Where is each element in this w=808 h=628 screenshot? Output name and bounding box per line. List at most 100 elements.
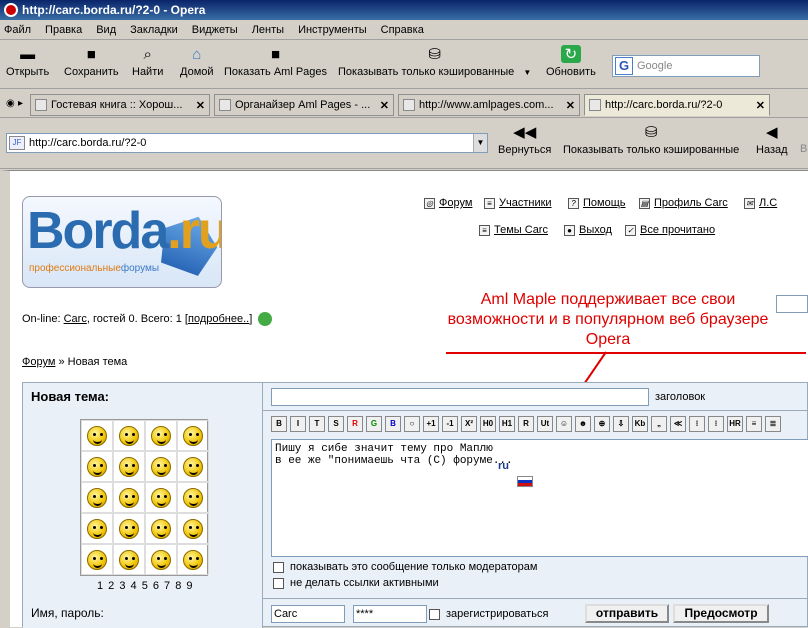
save-button[interactable]: ■ Сохранить — [64, 45, 119, 79]
smiley-5[interactable] — [81, 451, 113, 482]
nav-topics[interactable]: ≡ Темы Carc — [479, 224, 548, 236]
menu-view[interactable]: Вид — [96, 24, 116, 36]
keyboard-button[interactable]: Kb — [632, 416, 648, 432]
smilies-pages[interactable]: 1 2 3 4 5 6 7 8 9 — [97, 580, 194, 592]
smiley-3[interactable] — [145, 420, 177, 451]
list-2-button[interactable]: ⁝ — [708, 416, 724, 432]
prev-button[interactable]: ◀ Назад — [756, 123, 788, 156]
nav-forum[interactable]: ◎ Форум — [424, 197, 472, 209]
smiley-8[interactable] — [177, 451, 209, 482]
close-icon[interactable]: ✕ — [374, 99, 389, 112]
underline-button[interactable]: T — [309, 416, 325, 432]
back-button[interactable]: ◀◀ Вернуться — [498, 123, 551, 156]
smiley-1[interactable] — [81, 420, 113, 451]
user-button[interactable]: ☻ — [575, 416, 591, 432]
h1-button[interactable]: H1 — [499, 416, 515, 432]
online-user-link[interactable]: Carc — [64, 313, 87, 325]
smiley-18[interactable] — [113, 544, 145, 575]
color-button[interactable]: ○ — [404, 416, 420, 432]
tab-menu-icon[interactable]: ◉ — [6, 98, 15, 109]
menu-widgets[interactable]: Виджеты — [192, 24, 238, 36]
refresh-button[interactable]: ↻ Обновить — [546, 45, 596, 78]
home-button[interactable]: ⌂ Домой — [180, 45, 214, 79]
nav-all-read[interactable]: ✓ Все прочитано — [625, 224, 715, 236]
nav-members[interactable]: ≡ Участники — [484, 197, 552, 209]
strike-button[interactable]: S — [328, 416, 344, 432]
nav-help[interactable]: ? Помощь — [568, 197, 626, 209]
smiley-11[interactable] — [145, 482, 177, 513]
smile-insert-button[interactable]: ☺ — [556, 416, 572, 432]
h0-button[interactable]: H0 — [480, 416, 496, 432]
guillemet-button[interactable]: ≪ — [670, 416, 686, 432]
close-icon[interactable]: ✕ — [750, 99, 765, 112]
preview-button[interactable]: Предосмотр — [673, 604, 769, 623]
smiley-2[interactable] — [113, 420, 145, 451]
close-all-icon[interactable]: ▸ — [18, 98, 23, 109]
smiley-4[interactable] — [177, 420, 209, 451]
open-button[interactable]: ▬ Открыть — [6, 45, 49, 79]
moderators-only-checkbox[interactable]: показывать это сообщение только модерато… — [273, 561, 537, 573]
smiley-13[interactable] — [81, 513, 113, 544]
register-checkbox[interactable]: зарегистрироваться — [429, 608, 548, 620]
right-align-button[interactable]: R — [518, 416, 534, 432]
cached-only-button-2[interactable]: ⛁ Показывать только кэшированные — [563, 123, 739, 156]
username-input[interactable]: Carc — [271, 605, 345, 623]
menu-feeds[interactable]: Ленты — [252, 24, 284, 36]
green-button[interactable]: G — [366, 416, 382, 432]
quote-button[interactable]: „ — [651, 416, 667, 432]
size-up-button[interactable]: +1 — [423, 416, 439, 432]
smiley-16[interactable] — [177, 513, 209, 544]
address-field[interactable]: JF http://carc.borda.ru/?2-0 ▼ — [6, 133, 488, 153]
nav-profile[interactable]: ▤ Профиль Carc — [639, 197, 728, 209]
search-input[interactable]: G Google — [612, 55, 760, 77]
italic-button[interactable]: I — [290, 416, 306, 432]
password-input[interactable]: **** — [353, 605, 427, 623]
checkbox-box[interactable] — [273, 561, 284, 573]
chevron-down-icon[interactable]: ▼ — [523, 68, 531, 77]
menu-tools[interactable]: Инструменты — [298, 24, 367, 36]
smiley-19[interactable] — [145, 544, 177, 575]
find-button[interactable]: ⌕ Найти — [132, 45, 163, 79]
menu-help[interactable]: Справка — [381, 24, 424, 36]
tab-amlpages[interactable]: http://www.amlpages.com... ✕ — [398, 94, 580, 116]
smiley-7[interactable] — [145, 451, 177, 482]
checkbox-box[interactable] — [273, 577, 284, 589]
size-down-button[interactable]: -1 — [442, 416, 458, 432]
align-button[interactable]: ≡ — [746, 416, 762, 432]
blue-button[interactable]: B — [385, 416, 401, 432]
right-edge-input[interactable] — [776, 295, 808, 313]
smiley-17[interactable] — [81, 544, 113, 575]
topic-title-input[interactable] — [271, 388, 649, 406]
red-button[interactable]: R — [347, 416, 363, 432]
superscript-button[interactable]: X² — [461, 416, 477, 432]
menu-edit[interactable]: Правка — [45, 24, 82, 36]
menu-file[interactable]: Файл — [4, 24, 31, 36]
next-button[interactable]: В — [800, 143, 807, 155]
tab-organizer[interactable]: Органайзер Aml Pages - ... ✕ — [214, 94, 394, 116]
tab-carc-active[interactable]: http://carc.borda.ru/?2-0 ✕ — [584, 94, 770, 116]
smiley-6[interactable] — [113, 451, 145, 482]
smiley-20[interactable] — [177, 544, 209, 575]
list-button[interactable]: ⁝ — [689, 416, 705, 432]
hr-button[interactable]: HR — [727, 416, 743, 432]
nav-pm[interactable]: ✉ Л.С — [744, 197, 777, 209]
close-icon[interactable]: ✕ — [560, 99, 575, 112]
smiley-9[interactable] — [81, 482, 113, 513]
borda-logo[interactable]: Borda.ru профессиональныефорумы — [22, 196, 222, 288]
breadcrumb-forum-link[interactable]: Форум — [22, 356, 55, 368]
online-more-link[interactable]: подробнее.. — [188, 313, 249, 325]
justify-button[interactable]: ≣ — [765, 416, 781, 432]
cached-only-button[interactable]: ⛁ Показывать только кэшированные ▼ — [338, 45, 531, 78]
no-active-links-checkbox[interactable]: не делать ссылки активными — [273, 577, 439, 589]
smiley-15[interactable] — [145, 513, 177, 544]
chevron-down-icon[interactable]: ▼ — [473, 134, 487, 152]
smiley-14[interactable] — [113, 513, 145, 544]
smiley-12[interactable] — [177, 482, 209, 513]
show-aml-button[interactable]: ■ Показать Aml Pages — [224, 45, 327, 79]
nav-logout[interactable]: ● Выход — [564, 224, 612, 236]
download-icon[interactable]: ⇩ — [613, 416, 629, 432]
smiley-10[interactable] — [113, 482, 145, 513]
message-textarea[interactable]: Пишу я сибе значит тему про Маплю в ее ж… — [271, 439, 808, 557]
close-icon[interactable]: ✕ — [190, 99, 205, 112]
ut-button[interactable]: Ut — [537, 416, 553, 432]
